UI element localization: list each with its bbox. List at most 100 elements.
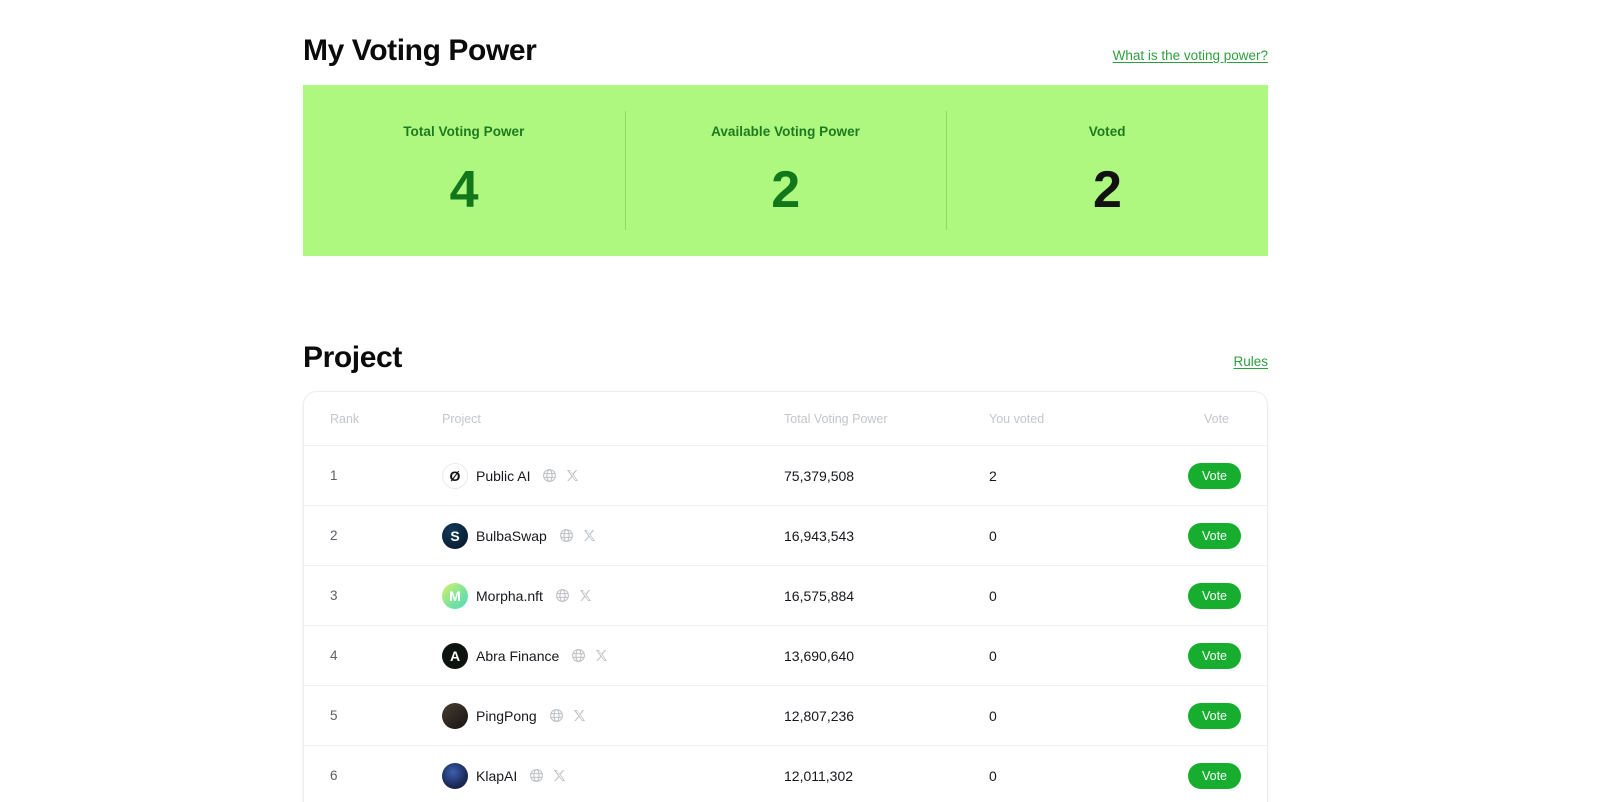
- cell-total-voting-power: 12,807,236: [784, 707, 989, 725]
- cell-you-voted: 0: [989, 527, 1174, 545]
- cell-project: Ø Public AI: [442, 462, 784, 489]
- you-voted-value: 2: [989, 467, 997, 484]
- cell-project: M Morpha.nft: [442, 582, 784, 609]
- x-twitter-icon[interactable]: [582, 528, 597, 543]
- column-header-you-voted: You voted: [989, 411, 1045, 426]
- cell-rank: 6: [330, 766, 442, 785]
- stat-available-voting-power: Available Voting Power 2: [624, 85, 947, 256]
- cell-you-voted: 0: [989, 707, 1174, 725]
- cell-vote: Vote: [1174, 582, 1241, 609]
- you-voted-value: 0: [989, 647, 997, 664]
- vote-button[interactable]: Vote: [1187, 522, 1241, 549]
- cell-rank: 4: [330, 646, 442, 665]
- globe-icon[interactable]: [555, 588, 570, 603]
- avatar: M: [442, 582, 468, 609]
- table-body: 1 Ø Public AI 75,379,508 2 Vote 2 S Bulb…: [304, 445, 1267, 802]
- cell-project: S BulbaSwap: [442, 522, 784, 549]
- cell-rank: 2: [330, 526, 442, 545]
- rank-value: 3: [330, 588, 338, 603]
- cell-vote: Vote: [1174, 762, 1241, 789]
- column-header-vote: Vote: [1203, 411, 1229, 426]
- vote-button[interactable]: Vote: [1187, 582, 1241, 609]
- cell-rank: 1: [330, 466, 442, 485]
- globe-icon[interactable]: [529, 768, 544, 783]
- stat-voted: Voted 2: [946, 85, 1268, 256]
- stat-label: Available Voting Power: [711, 124, 860, 139]
- x-twitter-icon[interactable]: [552, 768, 567, 783]
- total-voting-power-value: 12,011,302: [784, 767, 854, 784]
- avatar: S: [442, 522, 468, 549]
- stat-total-voting-power: Total Voting Power 4: [303, 85, 625, 256]
- project-name: Abra Finance: [476, 647, 560, 664]
- cell-you-voted: 0: [989, 587, 1174, 605]
- table-row: 2 S BulbaSwap 16,943,543 0 Vote: [304, 505, 1267, 565]
- project-name: KlapAI: [476, 767, 518, 784]
- avatar: A: [442, 642, 468, 669]
- cell-vote: Vote: [1174, 702, 1241, 729]
- vote-button[interactable]: Vote: [1187, 702, 1241, 729]
- table-row: 6 KlapAI 12,011,302 0 Vote: [304, 745, 1267, 802]
- page-title: My Voting Power: [303, 34, 537, 67]
- avatar: [442, 702, 468, 729]
- stat-value: 4: [449, 161, 479, 219]
- x-twitter-icon[interactable]: [572, 708, 587, 723]
- cell-total-voting-power: 75,379,508: [784, 467, 989, 485]
- total-voting-power-value: 13,690,640: [784, 647, 855, 664]
- total-voting-power-value: 12,807,236: [784, 707, 855, 724]
- column-header-project: Project: [442, 411, 481, 426]
- cell-project: A Abra Finance: [442, 642, 784, 669]
- globe-icon[interactable]: [549, 708, 564, 723]
- vote-button[interactable]: Vote: [1187, 762, 1241, 789]
- column-header-total-voting-power: Total Voting Power: [784, 411, 888, 426]
- project-name: Morpha.nft: [476, 587, 543, 604]
- avatar: Ø: [442, 462, 468, 489]
- rank-value: 6: [330, 768, 338, 783]
- table-row: 3 M Morpha.nft 16,575,884 0 Vote: [304, 565, 1267, 625]
- rank-value: 1: [330, 468, 338, 483]
- what-is-voting-power-link[interactable]: What is the voting power?: [1113, 48, 1268, 70]
- x-twitter-icon[interactable]: [594, 648, 609, 663]
- rules-link[interactable]: Rules: [1233, 354, 1268, 375]
- cell-total-voting-power: 16,575,884: [784, 587, 989, 605]
- table-row: 5 PingPong 12,807,236 0 Vote: [304, 685, 1267, 745]
- cell-project: KlapAI: [442, 762, 784, 789]
- cell-you-voted: 2: [989, 467, 1174, 485]
- cell-vote: Vote: [1174, 642, 1241, 669]
- cell-project: PingPong: [442, 702, 784, 729]
- project-title: Project: [303, 341, 402, 374]
- table-row: 1 Ø Public AI 75,379,508 2 Vote: [304, 445, 1267, 505]
- x-twitter-icon[interactable]: [565, 468, 580, 483]
- globe-icon[interactable]: [542, 468, 557, 483]
- vote-button[interactable]: Vote: [1187, 642, 1241, 669]
- cell-vote: Vote: [1174, 462, 1241, 489]
- cell-vote: Vote: [1174, 522, 1241, 549]
- voting-power-header: My Voting Power What is the voting power…: [303, 0, 1268, 70]
- stat-value: 2: [1092, 161, 1122, 219]
- globe-icon[interactable]: [571, 648, 586, 663]
- cell-you-voted: 0: [989, 767, 1174, 785]
- cell-rank: 5: [330, 706, 442, 725]
- stat-label: Total Voting Power: [403, 124, 525, 139]
- stat-value: 2: [771, 161, 800, 219]
- stat-label: Voted: [1088, 124, 1126, 139]
- you-voted-value: 0: [989, 707, 997, 724]
- cell-total-voting-power: 12,011,302: [784, 767, 989, 785]
- you-voted-value: 0: [989, 587, 997, 604]
- project-name: BulbaSwap: [476, 527, 547, 544]
- voting-power-page: My Voting Power What is the voting power…: [0, 0, 1600, 802]
- vote-button[interactable]: Vote: [1187, 462, 1241, 489]
- globe-icon[interactable]: [559, 528, 574, 543]
- column-header-rank: Rank: [330, 411, 360, 426]
- total-voting-power-value: 16,575,884: [784, 587, 855, 604]
- you-voted-value: 0: [989, 767, 997, 784]
- project-name: PingPong: [476, 707, 537, 724]
- rank-value: 2: [330, 528, 338, 543]
- cell-rank: 3: [330, 586, 442, 605]
- cell-total-voting-power: 13,690,640: [784, 647, 989, 665]
- you-voted-value: 0: [989, 527, 997, 544]
- project-table: Rank Project Total Voting Power You vote…: [303, 391, 1268, 802]
- total-voting-power-value: 16,943,543: [784, 527, 855, 544]
- cell-total-voting-power: 16,943,543: [784, 527, 989, 545]
- x-twitter-icon[interactable]: [578, 588, 593, 603]
- project-section-header: Project Rules: [303, 325, 1268, 375]
